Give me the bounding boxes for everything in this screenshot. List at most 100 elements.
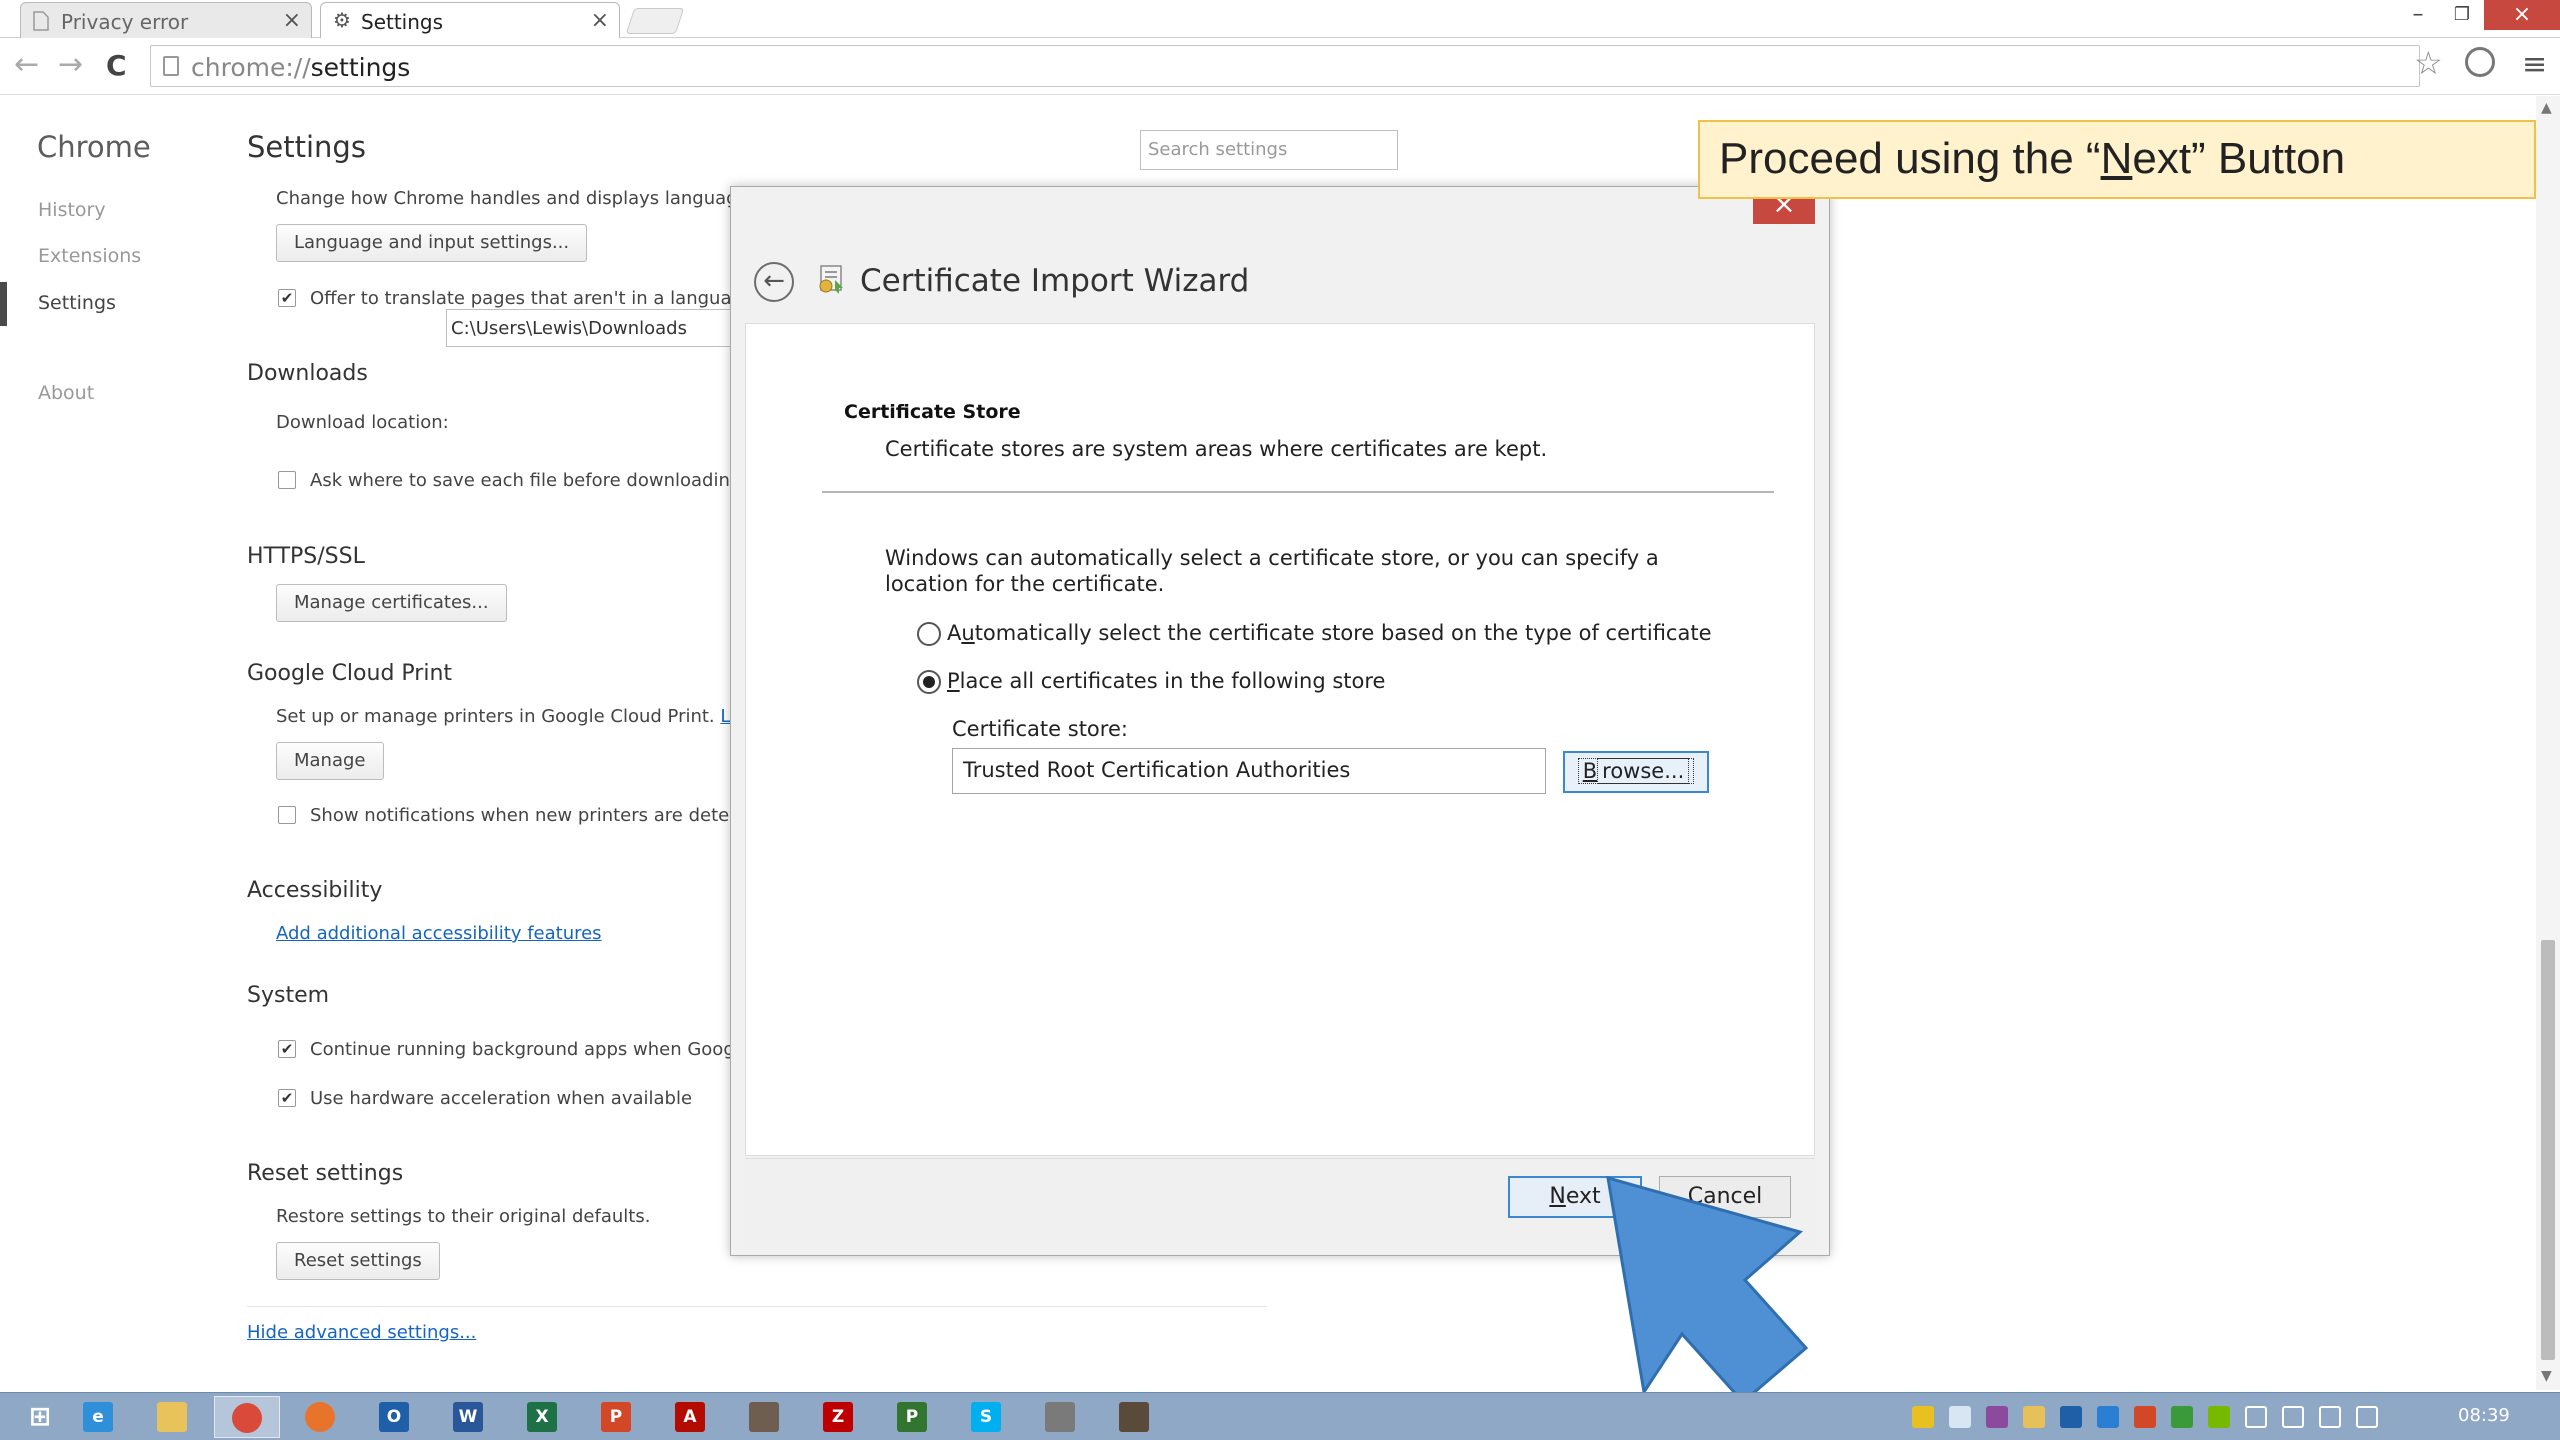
tray-outlook-icon[interactable] — [2060, 1406, 2082, 1428]
taskbar-start-button[interactable]: ⊞ — [8, 1396, 74, 1438]
new-tab-button[interactable] — [625, 8, 685, 34]
search-settings-input[interactable]: Search settings — [1140, 130, 1398, 170]
certificate-store-field[interactable]: Trusted Root Certification Authorities — [952, 748, 1546, 794]
tray-warning-icon[interactable] — [1912, 1406, 1934, 1428]
taskbar-ie-button[interactable]: e — [66, 1396, 132, 1438]
page-icon — [33, 11, 49, 31]
taskbar-skype-button[interactable]: S — [954, 1396, 1020, 1438]
close-tab-icon[interactable]: × — [591, 8, 609, 33]
taskbar-explorer-button[interactable] — [140, 1396, 206, 1438]
forward-icon[interactable]: → — [58, 47, 83, 82]
sidebar-item-about[interactable]: About — [38, 382, 94, 404]
ask-download-checkbox[interactable] — [278, 471, 296, 489]
bookmark-star-icon[interactable]: ☆ — [2414, 44, 2443, 82]
taskbar-project-button[interactable]: P — [880, 1396, 946, 1438]
tray-nvidia-icon[interactable] — [2208, 1406, 2230, 1428]
extension-icon[interactable] — [2465, 47, 2495, 77]
taskbar-gimp-button[interactable] — [732, 1396, 798, 1438]
chrome-icon — [232, 1403, 262, 1433]
taskbar-excel-button[interactable]: X — [510, 1396, 576, 1438]
tab-title: Settings — [361, 10, 444, 34]
ask-download-label: Ask where to save each file before downl… — [310, 470, 742, 491]
back-icon[interactable]: ← — [14, 47, 39, 82]
place-in-store-label[interactable]: Place all certificates in the following … — [947, 669, 1385, 693]
browse-button[interactable]: Browse... — [1563, 751, 1709, 793]
pointer-arrow-icon — [1606, 1175, 1809, 1400]
tray-onenote-icon[interactable] — [1986, 1406, 2008, 1428]
acrobat-icon: A — [675, 1402, 705, 1432]
tray-device-icon[interactable] — [2282, 1406, 2304, 1428]
tab-settings[interactable]: ⚙ Settings × — [320, 2, 620, 38]
scrollbar[interactable]: ▲ ▼ — [2536, 96, 2560, 1390]
firefox-icon — [305, 1402, 335, 1432]
printer-notifications-label: Show notifications when new printers are… — [310, 805, 758, 826]
language-input-settings-button[interactable]: Language and input settings... — [276, 224, 588, 262]
sidebar-item-history[interactable]: History — [38, 199, 106, 221]
minimize-button[interactable]: – — [2394, 0, 2442, 30]
manage-certificates-button[interactable]: Manage certificates... — [276, 584, 507, 622]
background-apps-checkbox[interactable]: ✔ — [278, 1040, 296, 1058]
hardware-acceleration-checkbox[interactable]: ✔ — [278, 1089, 296, 1107]
cloud-print-heading: Google Cloud Print — [247, 661, 453, 686]
terminal-icon — [1119, 1402, 1149, 1432]
tray-acrobat-update-icon[interactable] — [2134, 1406, 2156, 1428]
accessibility-features-link[interactable]: Add additional accessibility features — [276, 923, 602, 944]
manage-cloud-print-button[interactable]: Manage — [276, 742, 384, 780]
browser-toolbar: ← → C chrome://settings ☆ ≡ — [0, 39, 2560, 95]
reload-icon[interactable]: C — [106, 49, 127, 82]
scroll-down-icon[interactable]: ▼ — [2541, 1368, 2552, 1384]
taskbar-acrobat-button[interactable]: A — [658, 1396, 724, 1438]
tray-mail-icon[interactable] — [2023, 1406, 2045, 1428]
hide-advanced-settings-link[interactable]: Hide advanced settings... — [247, 1322, 476, 1343]
window-close-button[interactable]: × — [2484, 0, 2560, 30]
clock: 08:39 — [2458, 1405, 2510, 1426]
wizard-back-icon[interactable]: ← — [754, 262, 794, 302]
taskbar-outlook-button[interactable]: O — [362, 1396, 428, 1438]
project-icon: P — [897, 1402, 927, 1432]
tray-network-share-icon[interactable] — [2097, 1406, 2119, 1428]
network-icon — [1045, 1402, 1075, 1432]
menu-icon[interactable]: ≡ — [2522, 47, 2547, 82]
reset-heading: Reset settings — [247, 1161, 404, 1186]
restore-button[interactable]: ❐ — [2438, 0, 2486, 30]
printer-notifications-checkbox[interactable] — [278, 806, 296, 824]
place-in-store-radio[interactable] — [917, 670, 941, 694]
sidebar-item-settings[interactable]: Settings — [38, 292, 116, 314]
screen: Privacy error × ⚙ Settings × – ❐ × ← → C… — [0, 0, 2560, 1440]
taskbar-terminal-button[interactable] — [1102, 1396, 1168, 1438]
sidebar-title: Chrome — [37, 130, 151, 164]
close-tab-icon[interactable]: × — [283, 8, 301, 33]
taskbar-filezilla-button[interactable]: Z — [806, 1396, 872, 1438]
instruction-callout: Proceed using the “Next” Button — [1698, 120, 2536, 199]
tray-flag-icon[interactable] — [2245, 1406, 2267, 1428]
tray-volume-icon[interactable] — [2356, 1406, 2378, 1428]
address-bar[interactable]: chrome://settings — [150, 45, 2420, 87]
tab-title: Privacy error — [61, 10, 189, 34]
sidebar-item-extensions[interactable]: Extensions — [38, 245, 141, 267]
scroll-up-icon[interactable]: ▲ — [2541, 100, 2552, 116]
taskbar-chrome-button[interactable] — [214, 1396, 280, 1438]
certificate-icon — [819, 265, 843, 294]
certificate-store-heading: Certificate Store — [844, 401, 1021, 423]
explorer-icon — [157, 1402, 187, 1432]
tray-cloud-icon[interactable] — [1949, 1406, 1971, 1428]
tray-signal-icon[interactable] — [2319, 1406, 2341, 1428]
taskbar-powerpoint-button[interactable]: P — [584, 1396, 650, 1438]
auto-select-store-radio[interactable] — [917, 622, 941, 646]
download-location-field[interactable]: C:\Users\Lewis\Downloads — [446, 309, 736, 347]
scrollbar-thumb[interactable] — [2541, 940, 2555, 1360]
system-tray — [1912, 1401, 2402, 1433]
ie-icon: e — [83, 1402, 113, 1432]
https-heading: HTTPS/SSL — [247, 544, 365, 569]
taskbar-network-button[interactable] — [1028, 1396, 1094, 1438]
certificate-store-label: Certificate store: — [952, 717, 1128, 741]
tray-security-icon[interactable] — [2171, 1406, 2193, 1428]
taskbar-firefox-button[interactable] — [288, 1396, 354, 1438]
tab-privacy-error[interactable]: Privacy error × — [20, 2, 312, 38]
reset-settings-button[interactable]: Reset settings — [276, 1242, 440, 1280]
taskbar-word-button[interactable]: W — [436, 1396, 502, 1438]
sidebar-active-marker — [0, 282, 7, 326]
translate-checkbox[interactable]: ✔ — [278, 289, 296, 307]
page-title: Settings — [247, 130, 366, 164]
auto-select-store-label[interactable]: Automatically select the certificate sto… — [947, 621, 1712, 645]
